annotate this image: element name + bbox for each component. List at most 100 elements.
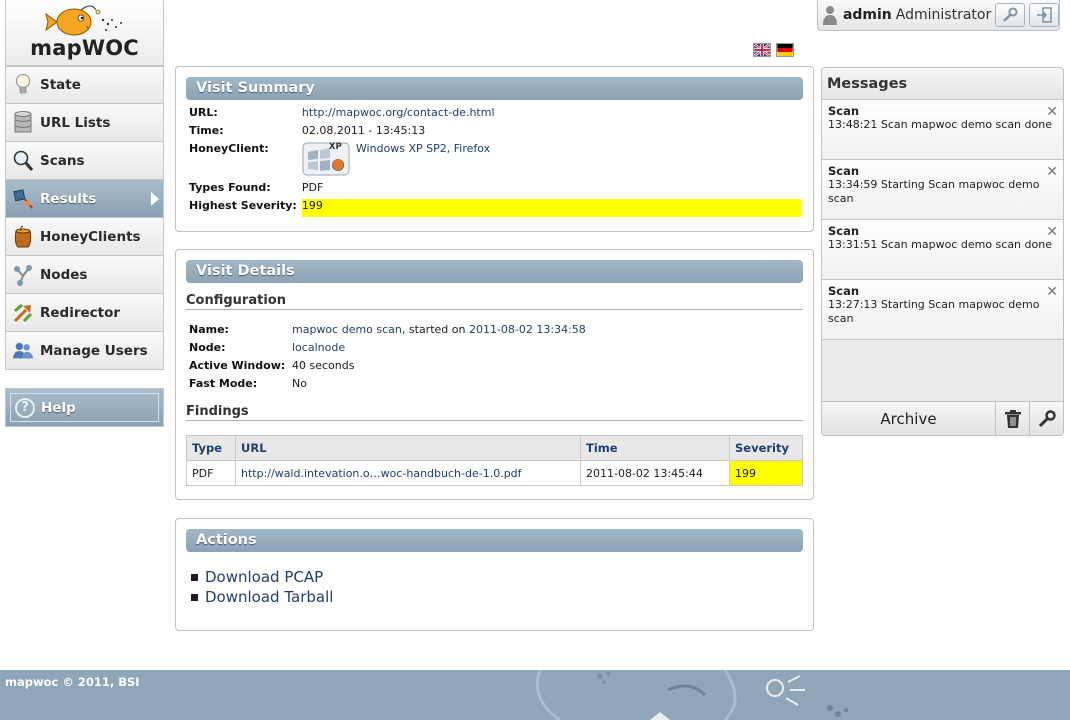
finding-severity: 199	[729, 460, 803, 486]
panel-title: Visit Details	[186, 260, 803, 283]
wrench-icon	[1038, 409, 1056, 427]
settings-button[interactable]	[995, 3, 1026, 27]
nav-item-state[interactable]: State	[5, 66, 164, 104]
message-title: Scan	[828, 104, 860, 118]
nav-label: HoneyClients	[40, 228, 141, 245]
node-label: Node:	[189, 341, 226, 354]
message-title: Scan	[828, 224, 860, 238]
scan-name-link[interactable]: mapwoc demo scan	[292, 323, 402, 336]
app-logo[interactable]: mapWOC	[5, 0, 164, 66]
active-window-value: 40 seconds	[292, 359, 355, 372]
fast-mode-label: Fast Mode:	[189, 377, 258, 390]
message-title: Scan	[828, 284, 860, 298]
download-tarball-link[interactable]: Download Tarball	[205, 588, 333, 606]
visit-summary-panel: Visit Summary URL: http://mapwoc.org/con…	[175, 66, 814, 232]
lightbulb-icon	[12, 73, 34, 97]
configuration-heading: Configuration	[186, 293, 803, 310]
close-icon[interactable]: ✕	[1046, 104, 1058, 120]
nav-label: Manage Users	[40, 342, 148, 359]
delete-messages-button[interactable]	[995, 402, 1029, 435]
language-switcher	[753, 43, 794, 57]
message-item: Scan 13:31:51 Scan mapwoc demo scan done…	[822, 220, 1063, 280]
nav-label: Results	[40, 190, 97, 207]
user-name: admin	[842, 7, 892, 23]
help-button[interactable]: ? Help	[5, 388, 164, 427]
nav-item-manage-users[interactable]: Manage Users	[5, 332, 164, 370]
nav-label: Scans	[40, 152, 85, 169]
footer-fish-watermark-icon	[536, 670, 848, 720]
types-value: PDF	[301, 181, 324, 194]
findings-table: Type URL Time Severity PDF http://wald.i…	[186, 435, 803, 486]
flag-uk-icon[interactable]	[753, 43, 771, 57]
active-arrow-icon	[151, 192, 159, 206]
name-label: Name:	[189, 323, 229, 336]
footer-copyright: mapwoc © 2011, BSI	[5, 675, 140, 689]
flag-de-icon[interactable]	[776, 43, 794, 57]
actions-list: Download PCAP Download Tarball	[191, 567, 813, 607]
close-icon[interactable]: ✕	[1046, 164, 1058, 180]
findings-header-row: Type URL Time Severity	[186, 435, 803, 461]
logout-icon	[1037, 7, 1052, 23]
honeyclient-label: HoneyClient:	[189, 142, 269, 155]
users-icon	[12, 339, 34, 363]
logout-button[interactable]	[1029, 3, 1059, 27]
finding-time: 2011-08-02 13:45:44	[580, 460, 730, 486]
panel-title: Visit Summary	[186, 77, 803, 100]
nav-item-url-lists[interactable]: URL Lists	[5, 104, 164, 142]
messages-panel: Messages Scan 13:48:21 Scan mapwoc demo …	[821, 67, 1064, 436]
types-label: Types Found:	[189, 181, 271, 194]
question-icon: ?	[15, 397, 35, 418]
nav-label: State	[40, 77, 81, 93]
download-pcap-link[interactable]: Download PCAP	[205, 568, 323, 586]
severity-label: Highest Severity:	[189, 199, 297, 212]
user-role: Administrator	[895, 7, 992, 23]
list-item: Download Tarball	[191, 587, 813, 607]
node-link[interactable]: localnode	[292, 341, 345, 354]
message-body: 13:48:21 Scan mapwoc demo scan done	[828, 118, 1052, 131]
message-body: 13:34:59 Starting Scan mapwoc demo scan	[828, 178, 1040, 205]
findings-heading: Findings	[186, 404, 803, 421]
nav-label: Nodes	[40, 266, 88, 283]
help-label: Help	[41, 399, 76, 416]
visit-url-link[interactable]: http://mapwoc.org/contact-de.html	[302, 106, 495, 119]
column-header-url[interactable]: URL	[235, 435, 581, 461]
close-icon[interactable]: ✕	[1046, 224, 1058, 240]
trash-icon	[1004, 409, 1021, 428]
user-icon	[823, 6, 837, 25]
bullet-icon	[191, 593, 198, 601]
visit-details-panel: Visit Details Configuration Name: mapwoc…	[175, 249, 814, 500]
url-label: URL:	[189, 106, 218, 119]
honeyclient-link[interactable]: Windows XP SP2, Firefox	[356, 142, 490, 155]
windows-xp-firefox-icon: XP	[302, 142, 350, 176]
sidebar-nav: State URL Lists Scans Results HoneyClien…	[5, 66, 164, 370]
close-icon[interactable]: ✕	[1046, 284, 1058, 300]
message-item: Scan 13:27:13 Starting Scan mapwoc demo …	[822, 280, 1063, 340]
nav-item-redirector[interactable]: Redirector	[5, 294, 164, 332]
finding-url-link[interactable]: http://wald.intevation.o…woc-handbuch-de…	[241, 467, 522, 480]
nav-item-scans[interactable]: Scans	[5, 142, 164, 180]
message-item: Scan 13:48:21 Scan mapwoc demo scan done…	[822, 100, 1063, 160]
scan-date-link[interactable]: 2011-08-02 13:34:58	[469, 323, 586, 336]
fish-logo-icon	[45, 5, 122, 36]
messages-title: Messages	[822, 68, 1063, 100]
actions-panel: Actions Download PCAP Download Tarball	[175, 518, 814, 631]
nav-label: URL Lists	[40, 114, 111, 131]
bullet-icon	[191, 573, 198, 581]
column-header-time[interactable]: Time	[580, 435, 730, 461]
nav-item-nodes[interactable]: Nodes	[5, 256, 164, 294]
message-settings-button[interactable]	[1029, 402, 1063, 435]
nav-item-honeyclients[interactable]: HoneyClients	[5, 218, 164, 256]
nav-label: Redirector	[40, 304, 121, 321]
panel-title: Actions	[186, 529, 803, 552]
started-on-text: , started on	[401, 323, 469, 336]
message-title: Scan	[828, 164, 860, 178]
nodes-icon	[12, 263, 34, 287]
archive-button[interactable]: Archive	[822, 402, 995, 435]
column-header-type[interactable]: Type	[186, 435, 236, 461]
wrench-icon	[1003, 7, 1018, 22]
nav-item-results[interactable]: Results	[5, 180, 164, 218]
column-header-severity[interactable]: Severity	[729, 435, 803, 461]
message-body: 13:27:13 Starting Scan mapwoc demo scan	[828, 298, 1040, 325]
highest-severity-value: 199	[301, 199, 801, 217]
honeypot-icon	[12, 225, 34, 249]
